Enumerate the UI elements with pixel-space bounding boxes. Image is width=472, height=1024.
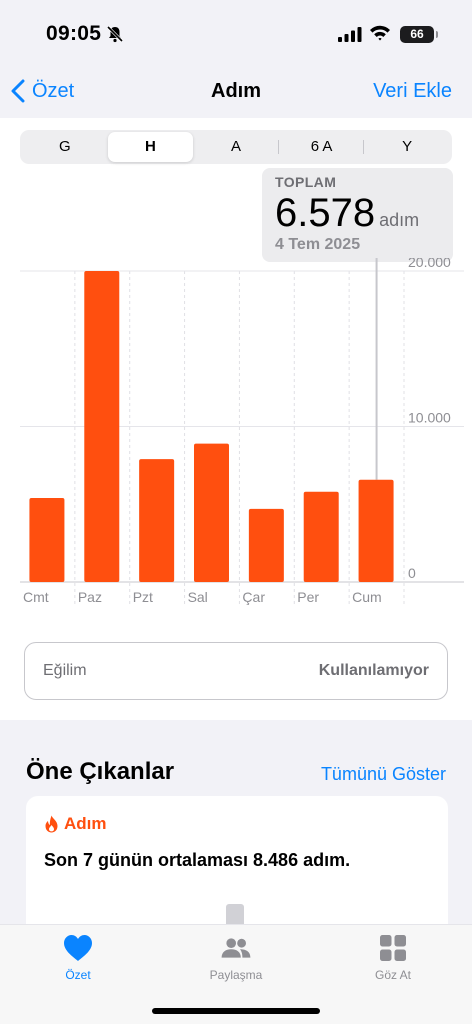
show-all-link[interactable]: Tümünü Göster — [321, 764, 446, 785]
home-indicator — [152, 1008, 320, 1014]
bar-per — [303, 491, 339, 582]
bar-sal — [194, 443, 229, 582]
tab-sharing[interactable]: Paylaşma — [176, 933, 296, 982]
cellular-signal-icon — [338, 27, 362, 42]
selected-value-callout: TOPLAM 6.578 adım 4 Tem 2025 — [262, 168, 453, 262]
segment-month[interactable]: A — [193, 132, 279, 162]
heart-icon — [64, 935, 92, 961]
trend-value: Kullanılamıyor — [318, 662, 429, 679]
bar-pzt — [139, 459, 175, 582]
segment-day[interactable]: G — [22, 132, 108, 162]
x-tick-label: Sal — [188, 589, 208, 605]
status-time: 09:05 — [46, 22, 102, 45]
status-bar: 09:05 66 — [0, 0, 472, 64]
segment-week[interactable]: H — [107, 132, 194, 162]
tab-sharing-label: Paylaşma — [209, 968, 263, 982]
segment-year[interactable]: Y — [364, 132, 450, 162]
bar-cum — [358, 479, 394, 582]
bar-çar — [248, 508, 284, 582]
x-tick-label: Çar — [242, 589, 265, 605]
x-tick-label: Per — [297, 589, 319, 605]
callout-label: TOPLAM — [275, 174, 337, 190]
tab-browse[interactable]: Göz At — [333, 933, 453, 982]
navigation-bar: Özet Adım Veri Ekle — [0, 64, 472, 118]
people-icon — [221, 938, 251, 958]
bell-slash-icon — [106, 25, 124, 43]
highlight-category: Adım — [44, 814, 107, 834]
highlight-category-label: Adım — [64, 814, 107, 833]
flame-icon — [45, 815, 58, 833]
tab-summary[interactable]: Özet — [18, 933, 138, 982]
trend-row[interactable]: Eğilim Kullanılamıyor — [24, 642, 448, 700]
y-tick-label: 20.000 — [408, 258, 451, 270]
trend-label: Eğilim — [43, 662, 87, 679]
x-tick-label: Cum — [352, 589, 382, 605]
tab-summary-label: Özet — [65, 968, 91, 982]
grid-icon — [380, 935, 406, 961]
callout-unit: adım — [379, 210, 420, 230]
callout-date: 4 Tem 2025 — [275, 236, 361, 253]
highlights-title: Öne Çıkanlar — [26, 758, 175, 785]
tab-browse-label: Göz At — [374, 968, 412, 982]
x-tick-label: Paz — [78, 589, 102, 605]
time-range-segmented-control: G H A 6 A Y — [20, 130, 452, 164]
bar-cmt — [29, 498, 65, 582]
x-tick-label: Cmt — [23, 589, 49, 605]
segment-six-months[interactable]: 6 A — [279, 132, 365, 162]
callout-value: 6.578 — [275, 191, 376, 235]
y-tick-label: 10.000 — [408, 410, 451, 426]
steps-bar-chart[interactable]: 20.000 10.000 0 Cmt Paz Pzt Sal Çar Per Cum — [0, 258, 472, 618]
wifi-icon — [370, 25, 390, 41]
highlight-message: Son 7 günün ortalaması 8.486 adım. — [44, 850, 351, 870]
battery-indicator: 66 — [400, 26, 438, 43]
y-tick-label: 0 — [408, 565, 416, 581]
add-data-button[interactable]: Veri Ekle — [373, 80, 452, 103]
steps-card: G H A 6 A Y TOPLAM 6.578 adım 4 Tem 2025 … — [0, 118, 472, 720]
bar-paz — [84, 271, 120, 582]
x-tick-label: Pzt — [133, 589, 153, 605]
